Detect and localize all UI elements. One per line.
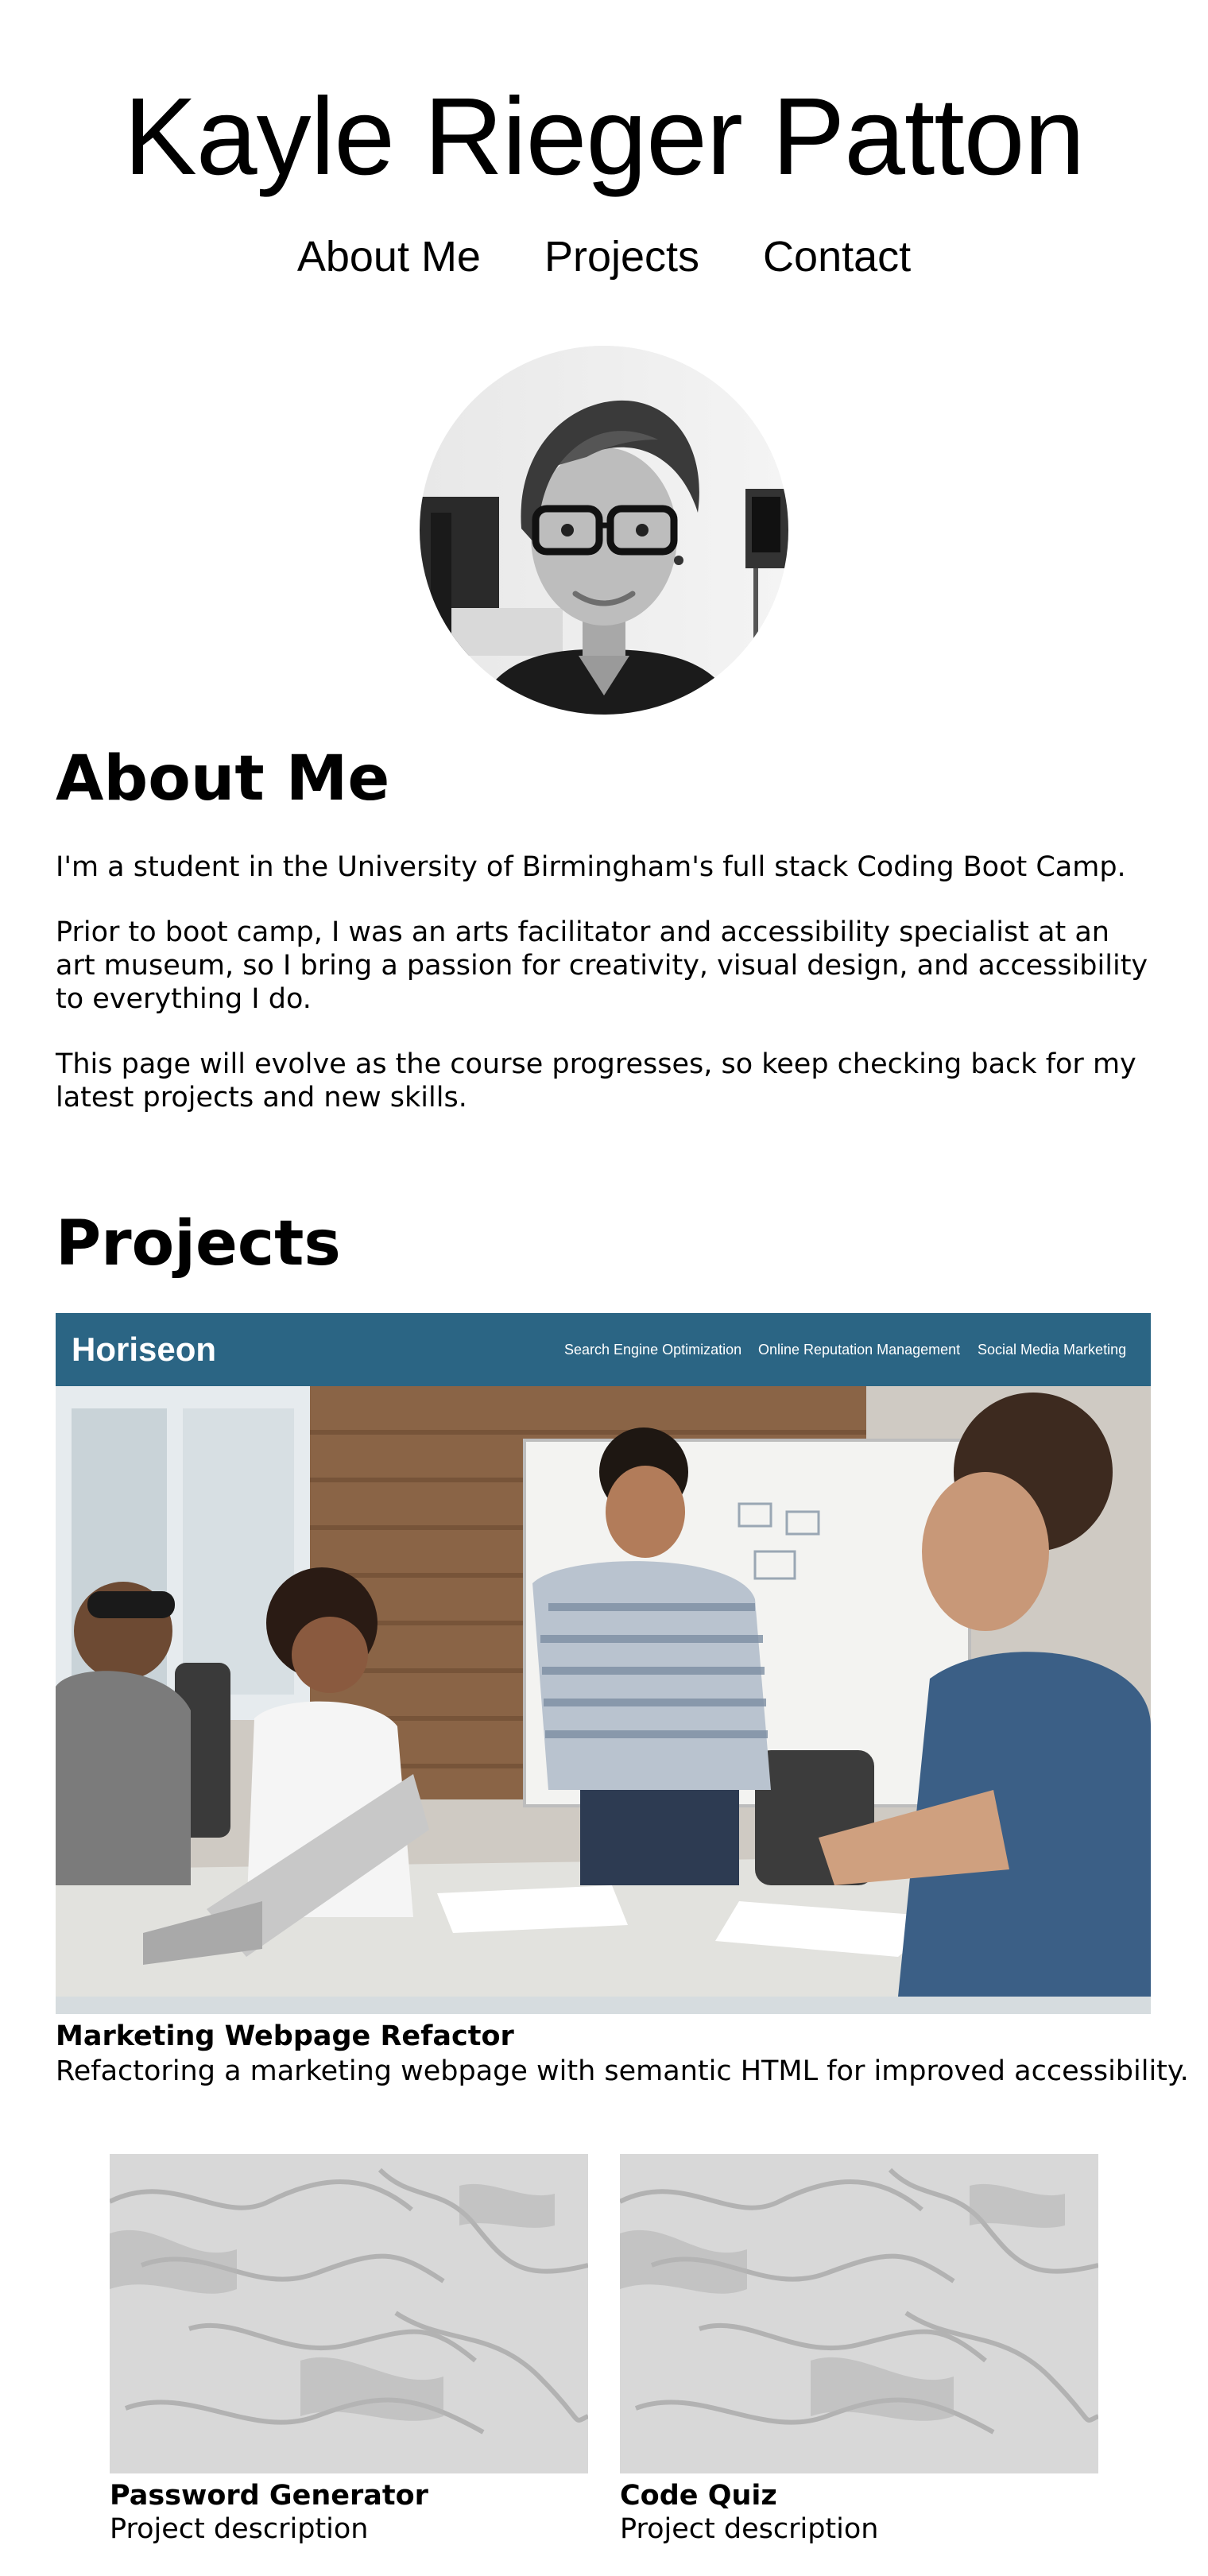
main-nav: About Me Projects Contact <box>0 229 1208 285</box>
about-paragraph-1: I'm a student in the University of Birmi… <box>56 851 1126 883</box>
about-paragraph-3: This page will evolve as the course prog… <box>56 1048 1136 1114</box>
site-title: Kayle Rieger Patton <box>123 76 1085 198</box>
nav-link-contact[interactable]: Contact <box>763 229 911 285</box>
featured-nav-3: Social Media Marketing <box>978 1342 1126 1358</box>
featured-logo: Horiseon <box>72 1331 216 1368</box>
featured-project-title: Marketing Webpage Refactor <box>56 2020 514 2052</box>
project-card-description-2: Project description <box>620 2513 879 2545</box>
profile-photo <box>420 346 788 715</box>
project-card-description-1: Project description <box>110 2513 369 2545</box>
featured-project-image[interactable]: Horiseon Search Engine Optimization Onli… <box>56 1313 1151 2014</box>
project-card-title-1: Password Generator <box>110 2480 428 2512</box>
featured-nav-1: Search Engine Optimization <box>564 1342 741 1358</box>
project-thumbnail-password-generator[interactable] <box>110 2154 588 2473</box>
about-heading: About Me <box>56 743 390 815</box>
portfolio-page: Kayle Rieger Patton About Me Projects Co… <box>0 0 1208 2576</box>
project-thumbnail-code-quiz[interactable] <box>620 2154 1098 2473</box>
project-card-title-2: Code Quiz <box>620 2480 777 2512</box>
projects-heading: Projects <box>56 1208 341 1280</box>
featured-nav-2: Online Reputation Management <box>758 1342 960 1358</box>
nav-link-projects[interactable]: Projects <box>544 229 699 285</box>
featured-project-description: Refactoring a marketing webpage with sem… <box>56 2055 1189 2087</box>
nav-link-about[interactable]: About Me <box>297 229 481 285</box>
about-paragraph-2: Prior to boot camp, I was an arts facili… <box>56 916 1148 1015</box>
